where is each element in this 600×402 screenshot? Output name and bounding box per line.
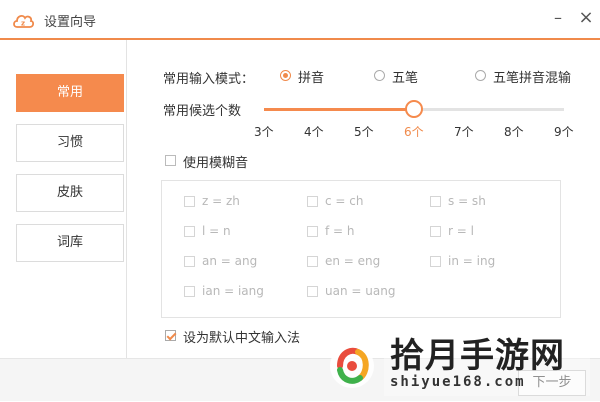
fuzzy-en-eng-label: en = eng <box>325 254 381 268</box>
candidates-slider-fill <box>264 108 414 111</box>
fuzzy-options-group: z = zh c = ch s = sh l = n f = h r = l a… <box>161 180 561 318</box>
fuzzy-checkbox[interactable] <box>165 155 176 166</box>
radio-wubi-label[interactable]: 五笔 <box>392 67 418 86</box>
candidates-label: 常用候选个数 <box>163 104 242 119</box>
radio-mixed-label[interactable]: 五笔拼音混输 <box>493 67 571 86</box>
fuzzy-c-ch-checkbox[interactable] <box>307 196 318 207</box>
window-title: 设置向导 <box>44 15 97 30</box>
fuzzy-c-ch-label: c = ch <box>325 194 364 208</box>
cloud-logo-icon: z <box>13 14 34 28</box>
candidates-slider-thumb[interactable] <box>405 100 423 118</box>
watermark-text: 拾月手游网 <box>390 336 565 376</box>
fuzzy-l-n-label: l = n <box>202 224 231 238</box>
close-icon[interactable]: × <box>576 8 596 28</box>
fuzzy-an-ang-label: an = ang <box>202 254 258 268</box>
svg-text:z: z <box>21 20 25 28</box>
fuzzy-r-l-checkbox[interactable] <box>430 226 441 237</box>
tick-label[interactable]: 3个 <box>254 123 274 140</box>
fuzzy-an-ang-checkbox[interactable] <box>184 256 195 267</box>
watermark: 拾月手游网 shiyue168.com <box>322 326 592 398</box>
radio-mixed[interactable] <box>475 70 486 81</box>
fuzzy-z-zh-label: z = zh <box>202 194 240 208</box>
fuzzy-en-eng-checkbox[interactable] <box>307 256 318 267</box>
fuzzy-uan-uang-label: uan = uang <box>325 284 396 298</box>
fuzzy-f-h-checkbox[interactable] <box>307 226 318 237</box>
fuzzy-ian-iang-label: ian = iang <box>202 284 264 298</box>
tick-label-selected[interactable]: 6个 <box>404 123 424 140</box>
radio-wubi[interactable] <box>374 70 385 81</box>
tick-label[interactable]: 7个 <box>454 123 474 140</box>
fuzzy-z-zh-checkbox[interactable] <box>184 196 195 207</box>
sidebar-item-habit[interactable]: 习惯 <box>16 124 124 162</box>
sidebar-item-skin[interactable]: 皮肤 <box>16 174 124 212</box>
fuzzy-s-sh-checkbox[interactable] <box>430 196 441 207</box>
fuzzy-l-n-checkbox[interactable] <box>184 226 195 237</box>
watermark-url: shiyue168.com <box>390 374 526 390</box>
input-mode-label: 常用输入模式： <box>163 72 255 87</box>
tick-label[interactable]: 4个 <box>304 123 324 140</box>
fuzzy-s-sh-label: s = sh <box>448 194 486 208</box>
settings-panel: 常用输入模式： 拼音 五笔 五笔拼音混输 常用候选个数 3个 4个 5个 6个 … <box>127 40 600 358</box>
minimize-icon[interactable]: – <box>548 8 568 28</box>
fuzzy-ian-iang-checkbox[interactable] <box>184 286 195 297</box>
default-ime-label[interactable]: 设为默认中文输入法 <box>183 327 300 346</box>
title-bar: z 设置向导 – × <box>0 0 600 40</box>
radio-pinyin-label[interactable]: 拼音 <box>298 67 324 86</box>
fuzzy-label[interactable]: 使用模糊音 <box>183 152 248 171</box>
tick-label[interactable]: 5个 <box>354 123 374 140</box>
sidebar-item-common[interactable]: 常用 <box>16 74 124 112</box>
fuzzy-in-ing-checkbox[interactable] <box>430 256 441 267</box>
fuzzy-in-ing-label: in = ing <box>448 254 496 268</box>
default-ime-checkbox[interactable] <box>165 330 176 341</box>
sidebar-item-dictionary[interactable]: 词库 <box>16 224 124 262</box>
fuzzy-f-h-label: f = h <box>325 224 355 238</box>
fuzzy-uan-uang-checkbox[interactable] <box>307 286 318 297</box>
tick-label[interactable]: 8个 <box>504 123 524 140</box>
radio-pinyin[interactable] <box>280 70 291 81</box>
tick-label[interactable]: 9个 <box>554 123 574 140</box>
sidebar: 常用 习惯 皮肤 词库 <box>0 40 127 358</box>
fuzzy-r-l-label: r = l <box>448 224 474 238</box>
